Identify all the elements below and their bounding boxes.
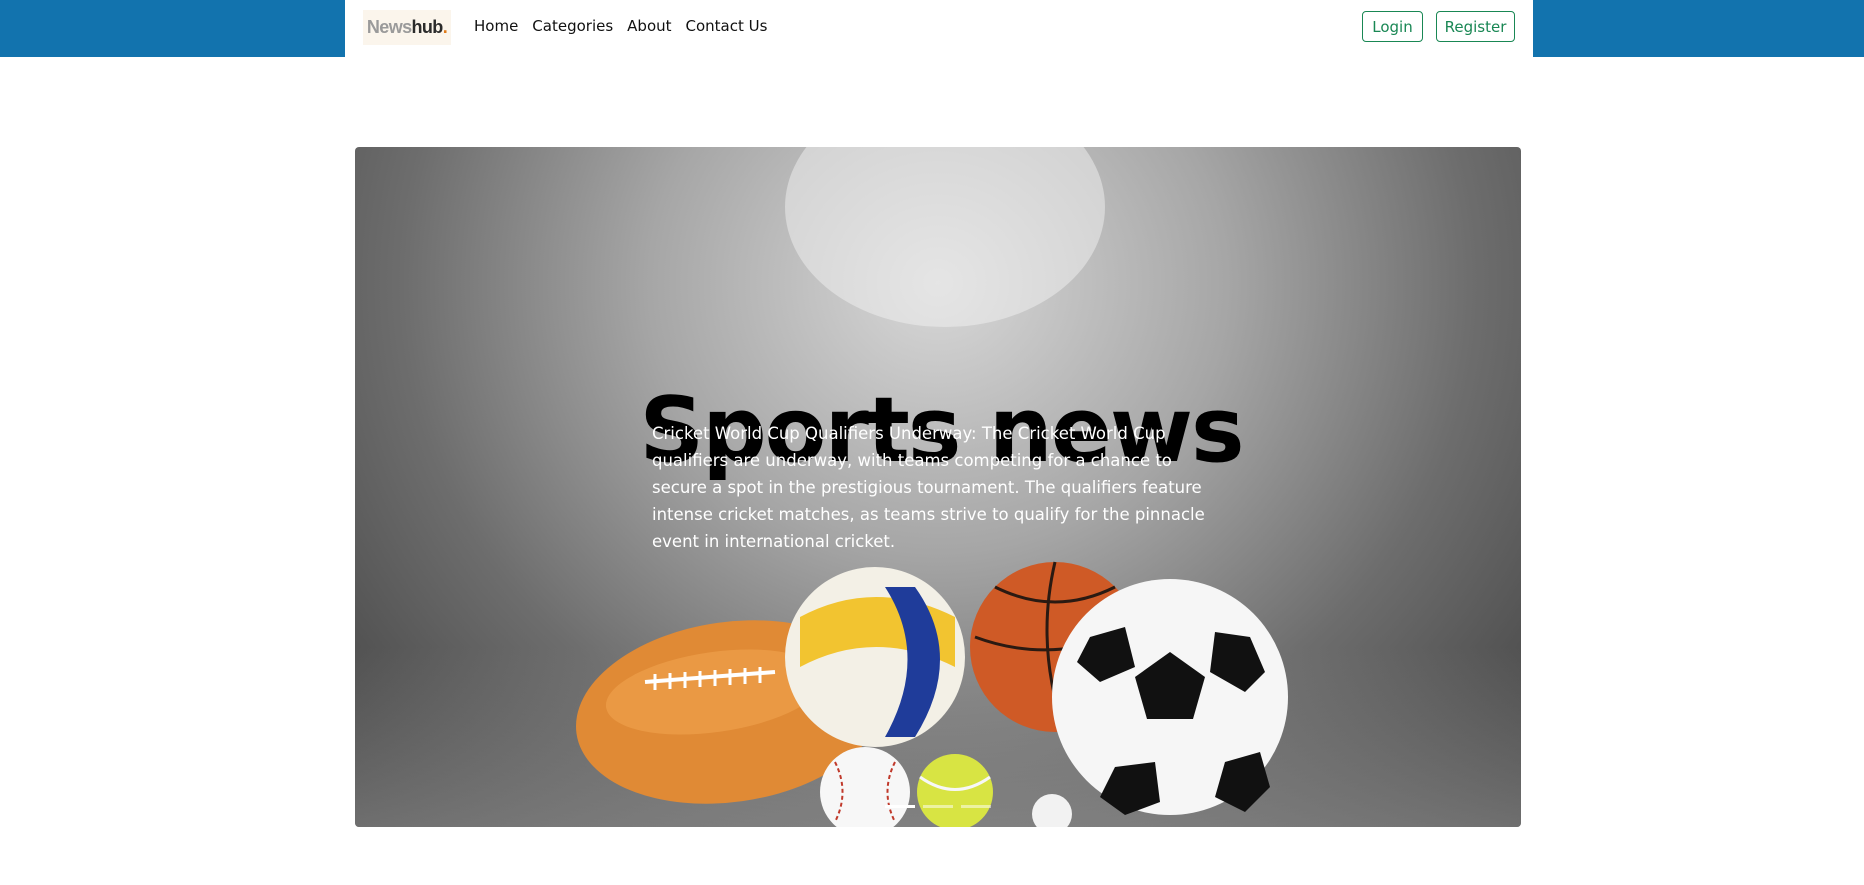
nav-categories-link[interactable]: Categories bbox=[532, 17, 613, 35]
login-button[interactable]: Login bbox=[1362, 11, 1423, 42]
brand-part-news: News bbox=[366, 17, 412, 37]
nav-about-link[interactable]: About bbox=[627, 17, 671, 35]
brand-part-dot: . bbox=[442, 17, 448, 37]
carousel-indicator[interactable] bbox=[961, 805, 991, 808]
nav-contact-link[interactable]: Contact Us bbox=[686, 17, 768, 35]
nav-links: Home Categories About Contact Us bbox=[474, 0, 781, 52]
brand-part-hub: hub bbox=[411, 17, 444, 37]
nav-home-link[interactable]: Home bbox=[474, 17, 518, 35]
carousel-indicator[interactable] bbox=[885, 805, 915, 808]
volleyball-illustration bbox=[785, 567, 965, 747]
carousel-indicator[interactable] bbox=[923, 805, 953, 808]
slide-caption: Cricket World Cup Qualifiers Underway: T… bbox=[652, 424, 1205, 551]
navbar: News hub. Home Categories About Contact U… bbox=[345, 0, 1533, 57]
register-button[interactable]: Register bbox=[1436, 11, 1515, 42]
golf-ball-illustration bbox=[1032, 794, 1072, 827]
news-carousel[interactable]: Sports news Cricket World Cup Qualifiers… bbox=[355, 147, 1521, 827]
tennis-ball-illustration bbox=[917, 754, 993, 827]
brand-logo[interactable]: News hub. bbox=[363, 10, 451, 45]
carousel-indicators bbox=[885, 805, 991, 808]
soccer-ball-illustration bbox=[1052, 579, 1288, 815]
